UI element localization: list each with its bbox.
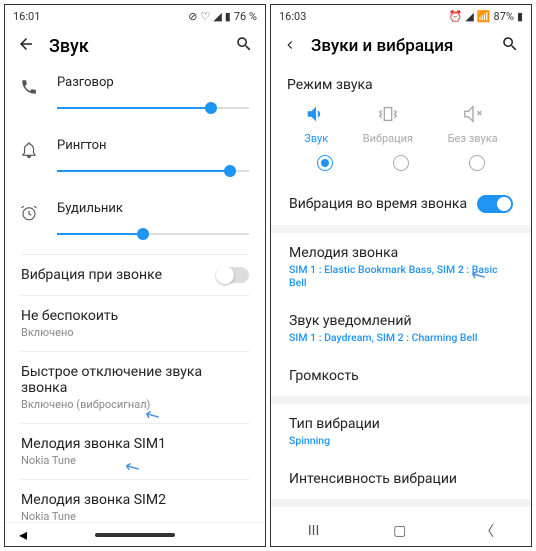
sound-icon [305, 103, 327, 128]
alarm-icon: ⊘ [188, 10, 197, 23]
vibrate-icon [377, 103, 399, 128]
content: Разговор Рингтон Будильник Вибрация при … [5, 65, 265, 522]
heart-icon: ♡ [200, 10, 210, 23]
row-title: Звук уведомлений [289, 313, 513, 329]
navbar: ◂ [5, 522, 265, 546]
status-time: 16:01 [13, 10, 40, 23]
slider[interactable] [57, 98, 249, 118]
row-sub: Включено [21, 326, 249, 339]
vibration-type-row[interactable]: Тип вибрации Spinning [271, 404, 531, 459]
notification-sound-row[interactable]: Звук уведомлений SIM 1 : Daydream, SIM 2… [271, 301, 531, 356]
phone-left: 16:01 ⊘ ♡ ◢ ▮ 76 % Звук Разговор Рингтон… [4, 4, 266, 547]
sim1-ringtone-row[interactable]: Мелодия звонка SIM1 Nokia Tune [5, 424, 265, 479]
back-icon[interactable] [17, 35, 35, 57]
mode-row: Звук Вибрация Без звука [287, 103, 515, 145]
slider[interactable] [57, 161, 249, 181]
slider[interactable] [57, 224, 249, 244]
signal-icon: ◢ [213, 10, 221, 23]
row-title: Мелодия звонка [289, 245, 513, 261]
row-title: Мелодия звонка SIM2 [21, 492, 249, 508]
page-title: Звуки и вибрация [311, 36, 487, 56]
row-sub: Nokia Tune [21, 454, 249, 467]
radio-sound[interactable] [317, 155, 333, 171]
header: Звуки и вибрация [271, 27, 531, 65]
battery-pct: 87% [494, 10, 514, 23]
row-title: Не беспокоить [21, 308, 249, 324]
battery-icon: ▮ [517, 10, 523, 23]
slider-label: Рингтон [57, 138, 249, 153]
row-sub: Nokia Tune [21, 510, 249, 522]
slider-talk: Разговор [5, 65, 265, 128]
row-title: Мелодия звонка SIM1 [21, 436, 249, 452]
mode-vibration[interactable]: Вибрация [363, 103, 413, 145]
volume-row[interactable]: Громкость [271, 356, 531, 396]
row-sub: Включено (вибросигнал) [21, 398, 249, 411]
nav-home-icon[interactable]: ▢ [393, 523, 406, 539]
search-icon[interactable] [501, 35, 519, 57]
vibration-intensity-row[interactable]: Интенсивность вибрации [271, 459, 531, 499]
status-right: ⊘ ♡ ◢ ▮ 76 % [188, 10, 257, 23]
toggle-on[interactable] [477, 195, 513, 213]
navbar: III ▢ 〈 [271, 516, 531, 546]
phone-icon [19, 77, 39, 97]
quick-mute-row[interactable]: Быстрое отключение звука звонка Включено… [5, 352, 265, 423]
mode-label: Вибрация [363, 132, 413, 145]
mode-label: Без звука [448, 132, 498, 145]
sim2-ringtone-row[interactable]: Мелодия звонка SIM2 Nokia Tune [5, 480, 265, 522]
content: Режим звука Звук Вибрация Без звука [271, 65, 531, 516]
header: Звук [5, 27, 265, 65]
nav-back-icon[interactable]: 〈 [480, 521, 494, 541]
dnd-row[interactable]: Не беспокоить Включено [5, 296, 265, 351]
row-title: Интенсивность вибрации [289, 471, 513, 487]
statusbar: 16:03 ⏰ ◢ 📶 87% ▮ [271, 5, 531, 27]
row-sub: SIM 1 : Elastic Bookmark Bass, SIM 2 : B… [289, 263, 513, 289]
signal-icon: 📶 [477, 10, 491, 23]
status-time: 16:03 [279, 10, 306, 23]
mute-icon [462, 103, 484, 128]
status-right: ⏰ ◢ 📶 87% ▮ [449, 10, 523, 23]
row-title: Громкость [289, 368, 513, 384]
sound-mode-block: Режим звука Звук Вибрация Без звука [271, 65, 531, 183]
battery-icon: ▮ [225, 10, 231, 23]
mode-sound[interactable]: Звук [304, 103, 328, 145]
bell-icon [19, 140, 39, 160]
ringtone-row[interactable]: Мелодия звонка SIM 1 : Elastic Bookmark … [271, 233, 531, 301]
row-title: Быстрое отключение звука звонка [21, 364, 249, 396]
phone-right: 16:03 ⏰ ◢ 📶 87% ▮ Звуки и вибрация Режим… [270, 4, 532, 547]
nav-back-icon[interactable]: ◂ [19, 525, 27, 544]
row-title: Вибрация при звонке [21, 267, 162, 283]
slider-alarm: Будильник [5, 191, 265, 254]
statusbar: 16:01 ⊘ ♡ ◢ ▮ 76 % [5, 5, 265, 27]
radio-row [287, 155, 515, 171]
back-icon[interactable] [283, 37, 297, 56]
alarm-clock-icon [19, 203, 39, 223]
vibrate-on-call-row[interactable]: Вибрация при звонке [5, 255, 265, 295]
mode-silent[interactable]: Без звука [448, 103, 498, 145]
system-sounds-row[interactable]: Вибрация/системные звуки Настройка звуко… [271, 507, 531, 516]
row-title: Вибрация во время звонка [289, 196, 467, 212]
block-head: Режим звука [287, 77, 515, 93]
vibrate-ringing-row[interactable]: Вибрация во время звонка [271, 183, 531, 225]
row-sub: SIM 1 : Daydream, SIM 2 : Charming Bell [289, 331, 513, 344]
slider-label: Будильник [57, 201, 249, 216]
slider-ringtone: Рингтон [5, 128, 265, 191]
wifi-icon: ◢ [465, 10, 473, 23]
radio-vibration[interactable] [393, 155, 409, 171]
row-title: Тип вибрации [289, 416, 513, 432]
mode-label: Звук [304, 132, 328, 145]
toggle-off[interactable] [217, 267, 249, 283]
battery-pct: 76 % [234, 10, 257, 23]
slider-label: Разговор [57, 75, 249, 90]
nav-home-icon[interactable] [95, 533, 175, 537]
page-title: Звук [49, 36, 221, 57]
row-sub: Spinning [289, 434, 513, 447]
nav-recents-icon[interactable]: III [308, 523, 319, 539]
search-icon[interactable] [235, 35, 253, 57]
alarm-icon: ⏰ [449, 10, 463, 23]
radio-silent[interactable] [469, 155, 485, 171]
